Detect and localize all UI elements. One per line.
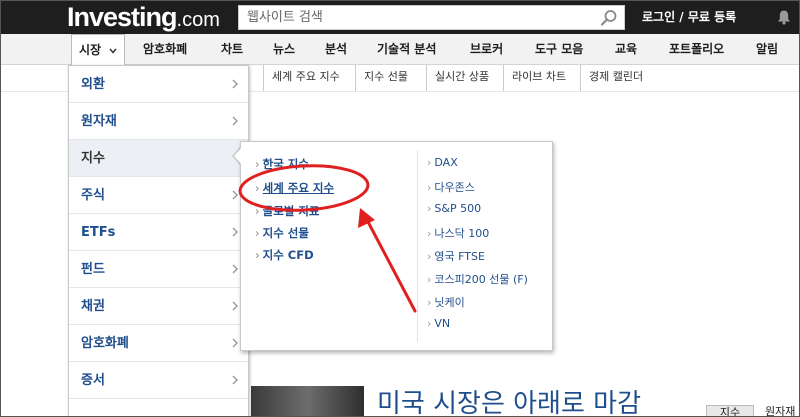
nav-alerts[interactable]: 알림 — [756, 34, 778, 65]
main-nav: 시장 암호화폐 차트 뉴스 분석 기술적 분석 브로커 도구 모음 교육 포트폴… — [1, 34, 799, 66]
subnav-world-indices[interactable]: 세계 주요 지수 — [263, 65, 348, 91]
search-icon[interactable] — [600, 9, 618, 27]
menu-item-label: 펀드 — [81, 262, 105, 277]
subnav-realtime-commodities[interactable]: 실시간 상품 — [426, 65, 497, 91]
submenu-kospi200-futures[interactable]: › 코스피200 선물 (F) — [427, 271, 528, 287]
login-register-link[interactable]: 로그인 / 무료 등록 — [642, 1, 736, 34]
menu-item-label: 증서 — [81, 373, 105, 388]
chevron-right-icon — [232, 227, 238, 237]
nav-analysis[interactable]: 분석 — [325, 34, 347, 65]
markets-dropdown-menu: 외환 원자재 지수 주식 ETFs 펀드 채권 암호화폐 증서 — [68, 65, 249, 416]
menu-item-commodities[interactable]: 원자재 — [69, 103, 248, 140]
site-logo[interactable]: Investing.com — [67, 1, 220, 37]
chevron-right-icon — [232, 79, 238, 89]
submenu-dax[interactable]: › DAX — [427, 156, 458, 169]
submenu-vn[interactable]: › VN — [427, 317, 450, 330]
nav-portfolio[interactable]: 포트폴리오 — [669, 34, 724, 65]
article-image[interactable] — [251, 386, 364, 416]
chevron-right-icon — [232, 338, 238, 348]
menu-item-stocks[interactable]: 주식 — [69, 177, 248, 214]
menu-item-label: 채권 — [81, 299, 105, 314]
article-headline[interactable]: 미국 시장은 아래로 마감 — [377, 383, 641, 416]
submenu-index-cfd[interactable]: › 지수 CFD — [255, 247, 314, 263]
submenu-nikkei[interactable]: › 닛케이 — [427, 294, 465, 310]
submenu-sp500[interactable]: › S&P 500 — [427, 202, 481, 215]
nav-news[interactable]: 뉴스 — [273, 34, 295, 65]
menu-item-etfs[interactable]: ETFs — [69, 214, 248, 251]
submenu-pointer-inner — [234, 147, 242, 165]
tab-indices[interactable]: 지수 — [706, 405, 754, 416]
nav-crypto[interactable]: 암호화폐 — [143, 34, 187, 65]
search-box — [238, 5, 625, 30]
nav-label: 시장 — [79, 43, 102, 57]
nav-tools[interactable]: 도구 모음 — [535, 34, 583, 65]
bell-icon[interactable] — [776, 9, 792, 25]
chevron-right-icon — [232, 116, 238, 126]
top-header: Investing.com 로그인 / 무료 등록 — [1, 1, 799, 37]
chevron-down-icon — [109, 48, 117, 54]
menu-item-indices[interactable]: 지수 — [69, 140, 248, 177]
chevron-right-icon — [232, 375, 238, 385]
menu-item-funds[interactable]: 펀드 — [69, 251, 248, 288]
nav-education[interactable]: 교육 — [615, 34, 637, 65]
logo-main: Investing — [67, 2, 178, 32]
nav-charts[interactable]: 차트 — [221, 34, 243, 65]
browser-frame: Investing.com 로그인 / 무료 등록 시장 암호화폐 차트 뉴스 … — [0, 0, 800, 417]
submenu-global-indicators[interactable]: › 글로벌 지표 — [255, 203, 320, 219]
nav-markets[interactable]: 시장 — [71, 34, 126, 66]
subnav-live-charts[interactable]: 라이브 차트 — [503, 65, 574, 91]
submenu-nasdaq100[interactable]: › 나스닥 100 — [427, 225, 489, 241]
submenu-korea-indices[interactable]: › 한국 지수 — [255, 156, 309, 172]
subnav-economic-calendar[interactable]: 경제 캘린더 — [580, 65, 651, 91]
menu-item-label: 지수 — [81, 151, 105, 166]
submenu-index-futures[interactable]: › 지수 선물 — [255, 225, 309, 241]
menu-item-certificates[interactable]: 증서 — [69, 362, 248, 399]
menu-item-label: 주식 — [81, 188, 105, 203]
chevron-right-icon — [232, 301, 238, 311]
search-input[interactable] — [239, 6, 589, 29]
menu-item-bonds[interactable]: 채권 — [69, 288, 248, 325]
menu-item-forex[interactable]: 외환 — [69, 66, 248, 103]
logo-suffix: .com — [176, 9, 220, 31]
menu-item-label: 원자재 — [81, 114, 117, 129]
tab-commodities[interactable]: 원자재 — [765, 405, 795, 416]
submenu-divider — [417, 150, 418, 342]
menu-item-label: 외환 — [81, 77, 105, 92]
submenu-world-indices[interactable]: › 세계 주요 지수 — [255, 180, 334, 196]
submenu-ftse[interactable]: › 영국 FTSE — [427, 248, 485, 264]
nav-brokers[interactable]: 브로커 — [470, 34, 503, 65]
chevron-right-icon — [232, 264, 238, 274]
menu-item-label: ETFs — [81, 225, 116, 240]
chevron-right-icon — [232, 190, 238, 200]
indices-submenu: › 한국 지수 › 세계 주요 지수 › 글로벌 지표 › 지수 선물 › 지수 CFD … — [240, 141, 553, 351]
nav-technical[interactable]: 기술적 분석 — [377, 34, 436, 65]
menu-item-crypto[interactable]: 암호화폐 — [69, 325, 248, 362]
subnav-index-futures[interactable]: 지수 선물 — [355, 65, 416, 91]
submenu-dow-jones[interactable]: › 다우존스 — [427, 179, 475, 195]
menu-item-label: 암호화폐 — [81, 336, 129, 351]
